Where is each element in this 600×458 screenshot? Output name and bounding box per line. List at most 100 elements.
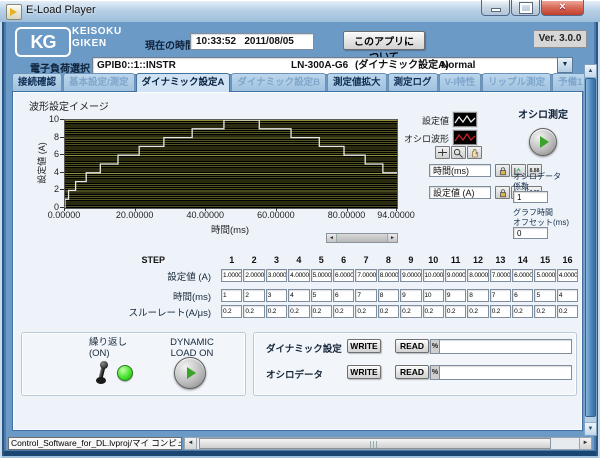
osc-data-response-field[interactable]: % [430,365,572,380]
step-field-r2-c14[interactable]: 0.2 [512,305,534,318]
graph-offset-field[interactable]: 0 [513,227,548,239]
x-tick-mark [64,208,65,211]
chart-scroll-left-button[interactable]: ◄ [327,234,337,242]
step-field-r1-c4[interactable]: 4 [288,289,310,302]
cursor-tool-button[interactable] [435,146,450,159]
step-field-r2-c13[interactable]: 0.2 [489,305,512,318]
step-field-r1-c10[interactable]: 10 [422,289,444,302]
step-column-header: 5 [318,254,324,265]
step-field-r2-c4[interactable]: 0.2 [288,305,310,318]
y-scale-name-field[interactable]: 設定値 (A) [429,186,491,199]
chart-h-scrollbar[interactable]: ◄ ► [326,233,398,243]
maximize-button[interactable] [511,0,540,16]
step-field-r0-c11[interactable]: 9.0000 [444,269,467,282]
minimize-button[interactable] [481,0,510,16]
step-field-r1-c15[interactable]: 5 [534,289,556,302]
step-field-r1-c12[interactable]: 8 [467,289,489,302]
close-button[interactable]: × [541,0,584,16]
window-titlebar: E-Load Player × [0,0,600,23]
step-field-r0-c12[interactable]: 8.0000 [467,269,489,282]
osc-coef-field[interactable]: 1 [513,191,548,203]
x-scale-name-field[interactable]: 時間(ms) [429,164,491,177]
v-scroll-thumb[interactable] [585,78,596,417]
row-label: STEP [141,254,165,265]
step-field-r0-c1[interactable]: 1.0000 [221,269,243,282]
step-field-r1-c7[interactable]: 7 [355,289,377,302]
x-scale-lock-button[interactable] [495,164,510,177]
step-field-r2-c10[interactable]: 0.2 [422,305,444,318]
step-field-r1-c16[interactable]: 4 [556,289,579,302]
osc-measure-button[interactable] [529,128,557,156]
step-field-r2-c16[interactable]: 0.2 [556,305,579,318]
step-field-r2-c12[interactable]: 0.2 [467,305,489,318]
step-field-r0-c2[interactable]: 2.0000 [243,269,265,282]
step-field-r2-c3[interactable]: 0.2 [265,305,288,318]
scroll-left-button[interactable]: ◄ [185,438,197,449]
pan-tool-button[interactable] [467,146,482,159]
step-field-r1-c8[interactable]: 8 [377,289,400,302]
x-tick-label: 20.00000 [115,210,154,220]
device-combo-dropdown-button[interactable]: ▼ [557,57,573,73]
step-field-r1-c9[interactable]: 9 [400,289,422,302]
panel-v-scrollbar[interactable]: ▲ ▼ [584,64,597,436]
lock-icon [499,166,506,175]
step-field-r2-c1[interactable]: 0.2 [221,305,243,318]
step-field-r2-c11[interactable]: 0.2 [444,305,467,318]
h-scroll-track[interactable] [197,438,579,449]
step-field-r1-c3[interactable]: 3 [265,289,288,302]
tab-connection-check[interactable]: 接続確認 [12,73,63,91]
step-field-r0-c6[interactable]: 6.0000 [332,269,355,282]
step-field-r1-c14[interactable]: 6 [512,289,534,302]
step-field-r2-c7[interactable]: 0.2 [355,305,377,318]
osc-data-write-button[interactable]: WRITE [347,365,381,379]
step-field-r2-c6[interactable]: 0.2 [332,305,355,318]
step-field-r0-c7[interactable]: 7.0000 [355,269,377,282]
tab-measure-log[interactable]: 測定ログ [387,73,438,91]
osc-data-read-button[interactable]: READ [395,365,429,379]
step-field-r0-c4[interactable]: 4.0000 [288,269,310,282]
scroll-right-button[interactable]: ► [579,438,591,449]
window-frame: KG KEISOKU GIKEN 現在の時間 10:33:52 2011/08/… [0,22,600,458]
step-field-r2-c2[interactable]: 0.2 [243,305,265,318]
step-field-r0-c3[interactable]: 3.0000 [265,269,288,282]
dynamic-config-response-field[interactable]: % [430,339,572,354]
io-group-box: ダイナミック設定 WRITE READ % オシロデータ WRITE READ … [253,332,577,396]
step-field-r1-c1[interactable]: 1 [221,289,243,302]
dynamic-config-read-button[interactable]: READ [395,339,429,353]
repeat-toggle-switch[interactable] [94,360,108,385]
step-field-r1-c6[interactable]: 6 [332,289,355,302]
dynamic-load-on-button[interactable] [174,357,206,389]
tab-dynamic-setting-a[interactable]: ダイナミック設定A [135,73,231,92]
scroll-up-button[interactable]: ▲ [585,65,596,78]
step-field-r1-c11[interactable]: 9 [444,289,467,302]
step-field-r0-c14[interactable]: 6.0000 [512,269,534,282]
step-field-r0-c16[interactable]: 4.0000 [556,269,579,282]
repeat-label: 繰り返し (ON) [89,337,128,359]
scroll-down-button[interactable]: ▼ [585,422,596,435]
legend-scope-swatch[interactable] [453,130,477,145]
step-field-r2-c5[interactable]: 0.2 [310,305,332,318]
zoom-tool-button[interactable] [451,146,466,159]
step-field-r1-c5[interactable]: 5 [310,289,332,302]
h-scroll-thumb[interactable] [199,438,551,449]
step-field-r0-c13[interactable]: 7.0000 [489,269,512,282]
step-field-r0-c8[interactable]: 8.0000 [377,269,400,282]
y-scale-lock-button[interactable] [495,186,510,199]
step-field-r0-c10[interactable]: 10.0000 [422,269,444,282]
step-field-r2-c8[interactable]: 0.2 [377,305,400,318]
dynamic-config-label: ダイナミック設定 [266,344,342,355]
panel-h-scrollbar[interactable]: ◄ ► [184,437,592,450]
step-field-r1-c13[interactable]: 7 [489,289,512,302]
tab-measure-zoom[interactable]: 測定値拡大 [327,73,387,91]
step-field-r2-c15[interactable]: 0.2 [534,305,556,318]
step-field-r0-c9[interactable]: 9.0000 [400,269,422,282]
step-field-r0-c5[interactable]: 5.0000 [310,269,332,282]
step-field-r2-c9[interactable]: 0.2 [400,305,422,318]
legend-setvalue-swatch[interactable] [453,112,477,127]
chart-scroll-thumb[interactable] [337,234,387,242]
dynamic-config-write-button[interactable]: WRITE [347,339,381,353]
about-button[interactable]: このアプリについて [343,31,425,63]
chart-scroll-right-button[interactable]: ► [387,234,397,242]
step-field-r1-c2[interactable]: 2 [243,289,265,302]
step-field-r0-c15[interactable]: 5.0000 [534,269,556,282]
